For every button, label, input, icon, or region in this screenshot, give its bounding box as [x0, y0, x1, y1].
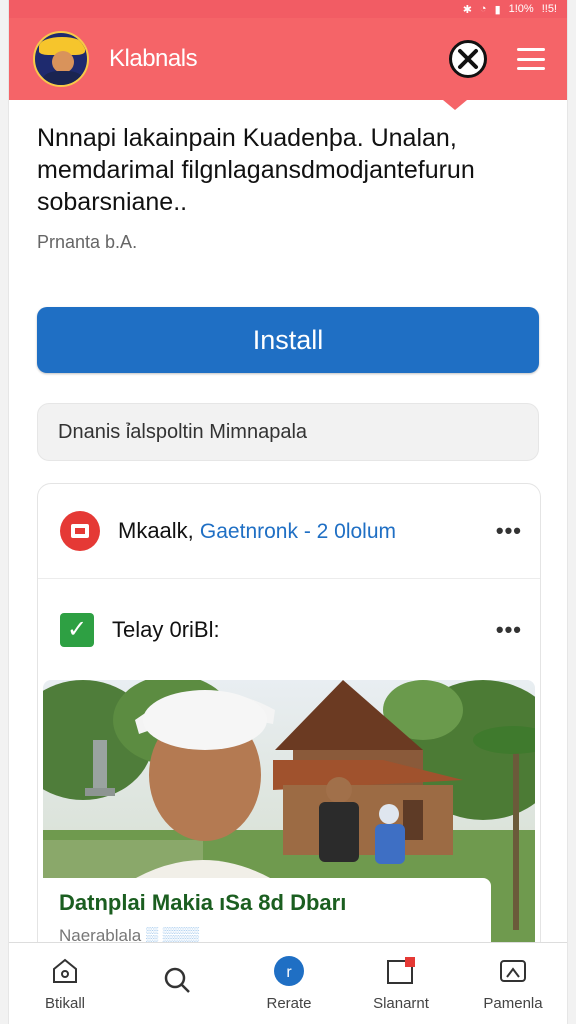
status-text: Telay 0riBl: [112, 616, 220, 642]
news-image-card[interactable]: Datnplai Makia ıSa 8d Dbarı Naerablala ▒… [43, 680, 535, 970]
info-icon: r [273, 955, 305, 987]
search-icon [161, 964, 193, 996]
feed-row-status[interactable]: ✓ Telay 0riBl: ••• [38, 578, 540, 680]
checkmark-icon: ✓ [60, 612, 94, 647]
app-title: Klabnals [109, 45, 198, 72]
status-extra: !!5! [541, 3, 557, 15]
feed-row-channel[interactable]: Mkaalk, Gaetnronk - 2 0lolum ••• [38, 484, 540, 578]
main-content: Nnnapi lakainpain Kuadenþa. Unalan, memd… [9, 122, 567, 971]
feed-card: Mkaalk, Gaetnronk - 2 0lolum ••• ✓ Telay… [37, 483, 541, 971]
more-options-icon[interactable]: ••• [496, 617, 522, 643]
avatar[interactable] [33, 31, 89, 87]
nav-label-profile: Pamenla [483, 995, 543, 1012]
install-button[interactable]: Install [37, 307, 539, 373]
nav-label-home: Btikall [44, 995, 85, 1012]
profile-icon [497, 955, 529, 987]
channel-icon [60, 511, 100, 551]
feed-row-text: Mkaalk, Gaetnronk - 2 0lolum [118, 518, 496, 544]
nav-label-notifications: Slanarnt [373, 995, 429, 1012]
close-button[interactable] [449, 40, 487, 78]
nav-item-home[interactable]: Btikall [9, 943, 121, 1024]
caption-title: Datnplai Makia ıSa 8d Dbarı [59, 890, 347, 915]
channel-name: Mkaalk, [118, 518, 194, 543]
channel-meta: Gaetnronk - 2 0lolum [199, 520, 397, 543]
phone-screen: ✱ ◔ ▮ 1!0% !!5! Klabnals Nnnapi lakainpa… [8, 0, 568, 1024]
article-headline: Nnnapi lakainpain Kuadenþa. Unalan, memd… [37, 124, 475, 216]
nav-item-profile[interactable]: Pamenla [457, 943, 567, 1024]
header-pointer [443, 100, 467, 110]
svg-text:r: r [286, 964, 292, 981]
notification-icon [385, 955, 417, 987]
home-icon [49, 955, 81, 987]
nav-item-search[interactable] [121, 943, 233, 1024]
nav-label-rerate: Rerate [266, 995, 312, 1012]
hamburger-menu-icon[interactable] [517, 48, 545, 70]
battery-level: 1!0% [508, 3, 534, 15]
search-field[interactable]: Dnanis ỉalspoltin Mimnapala [37, 403, 539, 461]
nav-item-rerate[interactable]: r Rerate [233, 943, 345, 1024]
status-bar: ✱ ◔ ▮ 1!0% !!5! [9, 0, 567, 18]
bluetooth-icon: ✱ [462, 3, 472, 16]
article-author: Prnanta b.A. [37, 232, 138, 252]
app-header: Klabnals [9, 18, 567, 110]
close-icon [458, 49, 478, 69]
nav-item-notifications[interactable]: Slanarnt [345, 943, 457, 1024]
more-options-icon[interactable]: ••• [496, 518, 522, 544]
bottom-navigation: Btikall r Rerate Slanarnt Pamenla [9, 942, 567, 1024]
signal-icon: ▮ [494, 3, 501, 16]
wifi-icon: ◔ [479, 3, 487, 15]
